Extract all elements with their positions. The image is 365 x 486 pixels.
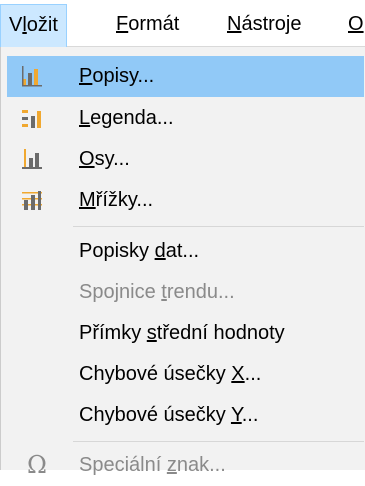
label-accelerator: L bbox=[79, 107, 91, 129]
vlozit-dropdown-menu: Popisy... Legenda... Osy... Mřížky... Po… bbox=[0, 47, 365, 479]
menu-item-primky-stredni-hodnoty[interactable]: Přímky střední hodnoty bbox=[7, 313, 364, 354]
label-accelerator: d bbox=[154, 240, 166, 262]
menu-item-popisy[interactable]: Popisy... bbox=[7, 56, 364, 97]
menu-item-popisky-dat[interactable]: Popisky dat... bbox=[7, 231, 364, 272]
menu-item-label: Legenda... bbox=[79, 98, 174, 139]
menu-vlozit[interactable]: Vložit bbox=[0, 4, 67, 47]
label-post: třední hodnoty bbox=[156, 322, 285, 344]
menu-item-label: Speciální znak... bbox=[79, 445, 226, 486]
label-post: opisy... bbox=[92, 65, 155, 87]
menu-item-label: Mřížky... bbox=[79, 180, 153, 221]
menu-item-spojnice-trendu: Spojnice trendu... bbox=[7, 272, 364, 313]
label-post: ... bbox=[241, 404, 259, 426]
menubar: Vložit Formát Nástroje O bbox=[0, 0, 365, 47]
menu-vlozit-label-post: ožit bbox=[26, 14, 58, 36]
menu-item-mrizky[interactable]: Mřížky... bbox=[7, 180, 364, 221]
label-pre: Chybové úsečky bbox=[79, 363, 232, 385]
menu-separator bbox=[73, 441, 364, 442]
menu-item-label: Spojnice trendu... bbox=[79, 272, 235, 313]
label-accelerator: Y bbox=[230, 404, 242, 426]
label-post: ... bbox=[244, 363, 262, 385]
chart-legend-icon bbox=[22, 110, 41, 128]
label-post: řížky... bbox=[95, 189, 154, 211]
menu-item-label: Přímky střední hodnoty bbox=[79, 313, 285, 354]
label-post: egenda... bbox=[90, 107, 174, 129]
label-accelerator: M bbox=[79, 189, 96, 211]
menu-item-osy[interactable]: Osy... bbox=[7, 139, 364, 180]
menu-o-partial[interactable]: O bbox=[340, 4, 365, 47]
label-accelerator: X bbox=[231, 363, 245, 385]
label-pre: Chybové úsečky bbox=[79, 404, 231, 426]
chart-grids-icon bbox=[22, 191, 42, 210]
menu-nastroje[interactable]: Nástroje bbox=[219, 4, 309, 47]
menu-item-label: Chybové úsečky X... bbox=[79, 354, 261, 395]
menu-nastroje-label-post: ástroje bbox=[241, 13, 302, 35]
label-post: rendu... bbox=[166, 281, 235, 303]
menu-item-label: Popisy... bbox=[79, 56, 154, 97]
label-accelerator: P bbox=[79, 65, 93, 87]
menu-item-specialni-znak: Ω Speciální znak... bbox=[7, 445, 364, 486]
menu-format[interactable]: Formát bbox=[108, 4, 187, 47]
label-pre: Spojnice bbox=[79, 281, 162, 303]
label-pre: Přímky bbox=[79, 322, 147, 344]
label-post: at... bbox=[165, 240, 200, 262]
label-pre: Popisky bbox=[79, 240, 155, 262]
menu-item-chybove-usecky-y[interactable]: Chybové úsečky Y... bbox=[7, 395, 364, 436]
label-accelerator: O bbox=[79, 148, 95, 170]
label-pre: Speciální bbox=[79, 454, 167, 476]
label-accelerator: z bbox=[166, 454, 177, 476]
menu-format-accelerator: F bbox=[116, 13, 129, 35]
menu-nastroje-accelerator: N bbox=[227, 13, 242, 35]
menu-separator bbox=[73, 226, 364, 227]
menu-item-label: Osy... bbox=[79, 139, 130, 180]
menu-item-legenda[interactable]: Legenda... bbox=[7, 98, 364, 139]
menu-item-chybove-usecky-x[interactable]: Chybové úsečky X... bbox=[7, 354, 364, 395]
menu-vlozit-label-pre: V bbox=[9, 14, 23, 36]
menu-o-accelerator: O bbox=[348, 13, 364, 35]
omega-icon: Ω bbox=[27, 451, 47, 479]
chart-axes-icon bbox=[22, 149, 42, 169]
label-post: nak... bbox=[176, 454, 226, 476]
menu-format-label-post: ormát bbox=[128, 13, 180, 35]
menu-item-label: Chybové úsečky Y... bbox=[79, 395, 258, 436]
label-post: sy... bbox=[94, 148, 130, 170]
chart-titles-icon bbox=[22, 66, 42, 87]
menu-item-label: Popisky dat... bbox=[79, 231, 199, 272]
label-accelerator: s bbox=[146, 322, 157, 344]
